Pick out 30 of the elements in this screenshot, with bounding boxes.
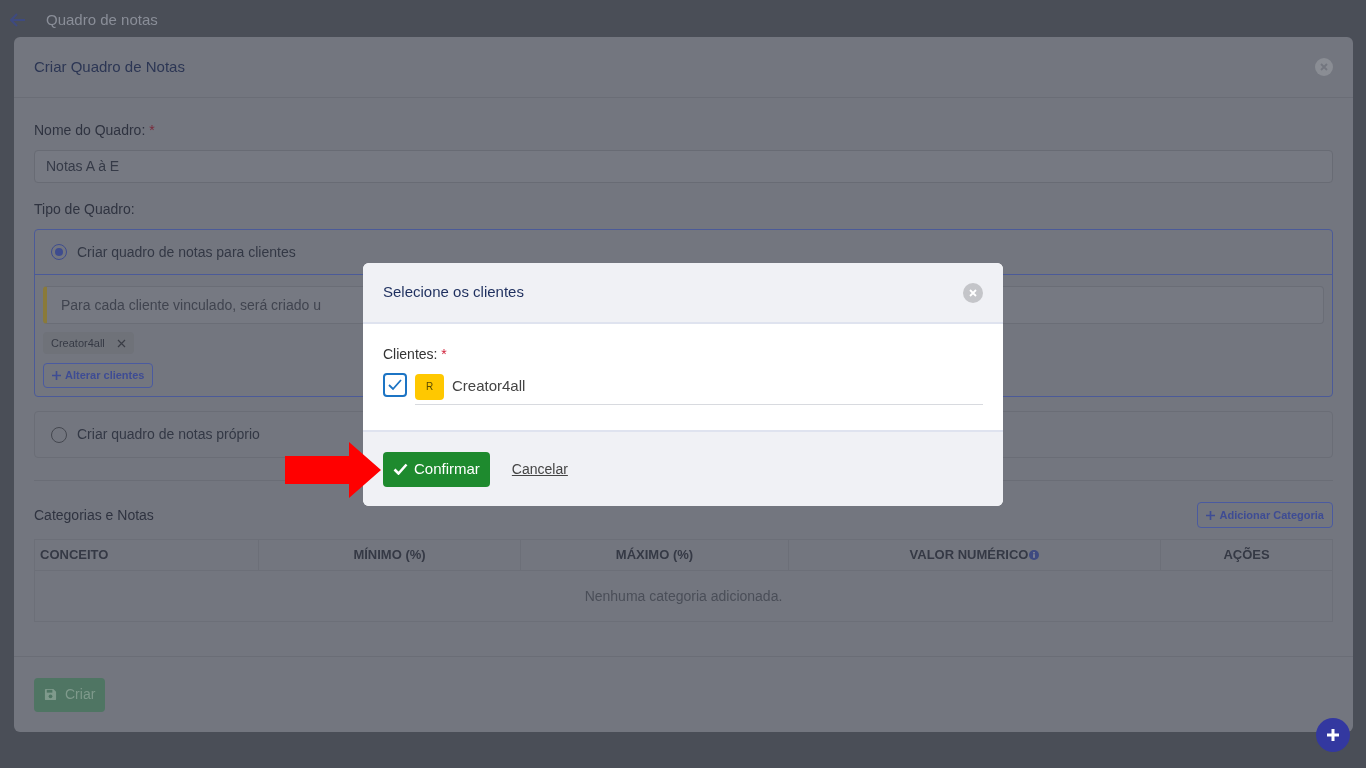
radio-option[interactable]: Criar quadro de notas próprio [35,412,1332,457]
client-avatar: R [415,373,444,400]
plus-icon [1206,510,1216,520]
cancel-link[interactable]: Cancelar [511,458,568,480]
column-header: MÁXIMO (%) [520,540,788,570]
column-header: CONCEITO [39,546,110,565]
pointer-arrow-icon [285,442,381,498]
column-header: VALOR NUMÉRICO [788,540,1160,570]
close-icon[interactable] [963,282,983,303]
check-icon [388,379,402,391]
confirm-button[interactable]: Confirmar [383,451,490,487]
field-label: Clientes: * [383,345,448,364]
column-header: AÇÕES [1160,540,1332,570]
plus-icon [1326,728,1340,742]
column-header: MÍNIMO (%) [258,540,520,570]
plus-icon [52,371,61,380]
page-title: Quadro de notas [46,9,158,30]
name-input-field[interactable]: Notas A à E [34,150,1333,183]
save-icon [44,688,57,701]
field-label: Nome do Quadro: * [34,121,156,140]
add-button[interactable] [1316,718,1350,752]
checkbox[interactable] [383,373,407,397]
dialog-title: Criar Quadro de Notas [34,56,185,77]
info-icon[interactable] [1029,550,1040,560]
field-label: Tipo de Quadro: [34,200,136,219]
remove-icon[interactable] [116,338,126,348]
client-chip: Creator4all [43,332,134,354]
check-icon [393,463,408,475]
section-title: Categorias e Notas [34,505,154,525]
client-name[interactable]: Creator4all [452,375,526,398]
